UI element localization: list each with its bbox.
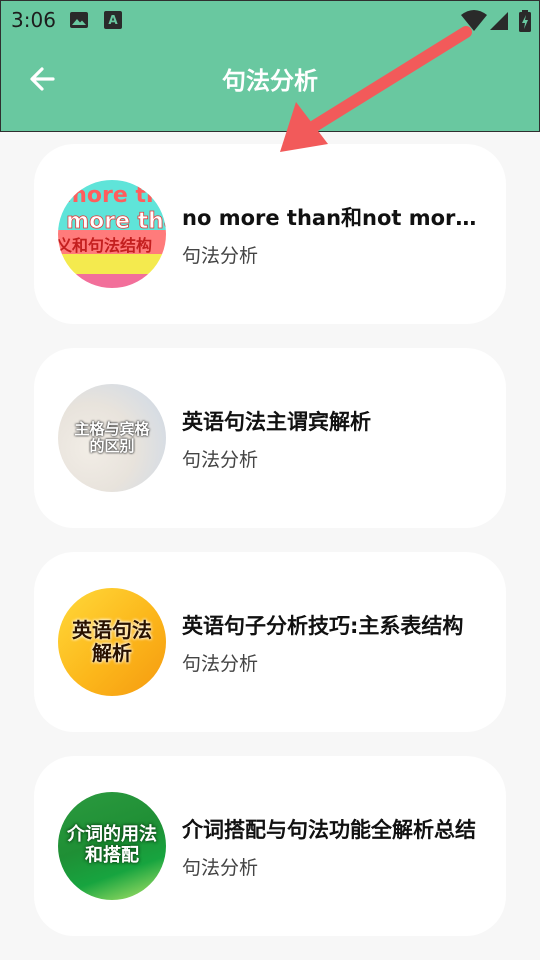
signal-icon [490, 12, 508, 30]
text-badge-letter: A [108, 13, 118, 27]
list-item[interactable]: more th t more tha 义和句法结构 no more than和n… [34, 144, 506, 324]
thumbnail-caption: 介词的用法 和搭配 [58, 792, 166, 900]
item-category: 句法分析 [182, 857, 259, 879]
status-time: 3:06 [11, 8, 56, 32]
image-icon [70, 12, 88, 28]
thumbnail-line: 义和句法结构 [58, 236, 152, 255]
thumbnail-line: 和搭配 [85, 845, 139, 866]
item-title: no more than和not more than的区别 [182, 206, 488, 230]
item-title: 介词搭配与句法功能全解析总结 [182, 818, 476, 842]
item-thumbnail: 介词的用法 和搭配 [58, 792, 166, 900]
thumbnail-line: 介词的用法 [67, 824, 157, 846]
item-thumbnail: 主格与宾格 的区别 [58, 384, 166, 492]
item-category: 句法分析 [182, 653, 259, 675]
thumbnail-line: t more tha [58, 209, 166, 234]
list-item[interactable]: 介词的用法 和搭配 介词搭配与句法功能全解析总结 句法分析 [34, 756, 506, 936]
list-item[interactable]: 英语句法 解析 英语句子分析技巧:主系表结构 句法分析 [34, 552, 506, 732]
thumbnail-caption: 主格与宾格 的区别 [58, 384, 166, 492]
list-item[interactable]: 主格与宾格 的区别 英语句法主谓宾解析 句法分析 [34, 348, 506, 528]
thumbnail-line: 主格与宾格 [74, 419, 150, 438]
item-thumbnail: 英语句法 解析 [58, 588, 166, 696]
annotation-arrow-icon [280, 26, 472, 152]
item-title: 英语句法主谓宾解析 [182, 410, 371, 434]
thumbnail-line: 英语句法 [72, 618, 152, 642]
item-category: 句法分析 [182, 449, 259, 471]
thumbnail-caption: 英语句法 解析 [58, 588, 166, 696]
battery-icon [519, 10, 531, 32]
thumbnail-line: 的区别 [89, 437, 135, 455]
text-badge-icon: A [104, 11, 122, 29]
item-thumbnail: more th t more tha 义和句法结构 [58, 180, 166, 288]
item-title: 英语句子分析技巧:主系表结构 [182, 614, 464, 638]
article-list: more th t more tha 义和句法结构 no more than和n… [34, 144, 506, 960]
item-category: 句法分析 [182, 245, 259, 267]
thumbnail-line: 解析 [92, 641, 132, 665]
thumbnail-line: more th [64, 183, 162, 208]
app-screen: 3:06 A 句法分析 more th more th 义和句法结构 no mo… [0, 0, 540, 960]
thumbnail-background: more th t more tha 义和句法结构 [58, 180, 166, 288]
